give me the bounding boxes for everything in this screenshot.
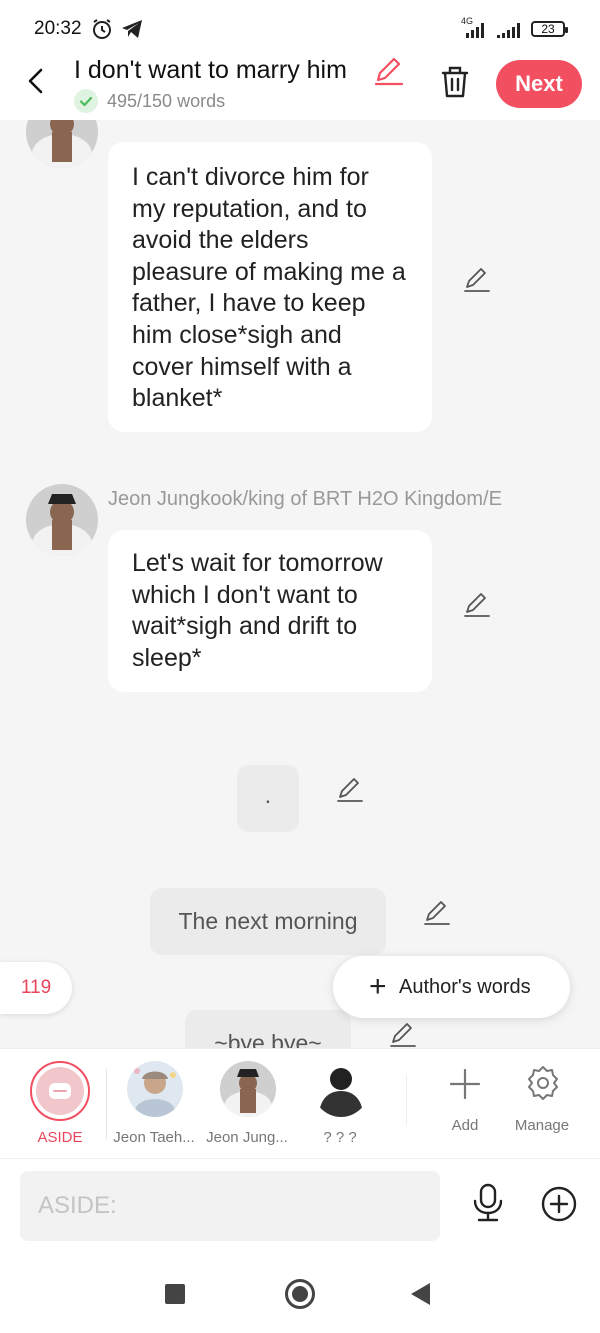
avatar bbox=[220, 1061, 276, 1117]
character-jeon-jungkook[interactable]: Jeon Jung... bbox=[202, 1061, 292, 1153]
pencil-icon[interactable] bbox=[388, 1020, 418, 1048]
alarm-icon bbox=[93, 19, 111, 39]
message-input[interactable] bbox=[20, 1171, 440, 1241]
authors-words-button[interactable]: + Author's words bbox=[333, 956, 570, 1018]
pencil-icon[interactable] bbox=[462, 590, 492, 618]
check-icon bbox=[74, 89, 98, 113]
word-count: 495/150 words bbox=[107, 91, 226, 111]
avatar bbox=[127, 1061, 183, 1117]
header: I don't want to marry him 495/150 words … bbox=[0, 56, 600, 120]
aside-label: ASIDE bbox=[37, 1129, 83, 1146]
divider bbox=[106, 1069, 107, 1139]
home-icon[interactable] bbox=[285, 1279, 315, 1309]
character-unknown[interactable]: ? ? ? bbox=[295, 1061, 385, 1153]
character-name: Jeon Jungkook/king of BRT H2O Kingdom/E bbox=[108, 488, 502, 510]
chat-area[interactable]: I can't divorce him for my reputation, a… bbox=[0, 120, 600, 1048]
back-nav-icon[interactable] bbox=[411, 1283, 430, 1305]
trash-icon[interactable] bbox=[438, 64, 472, 100]
character-label: ? ? ? bbox=[323, 1129, 357, 1146]
message-bubble[interactable]: I can't divorce him for my reputation, a… bbox=[108, 142, 432, 432]
plus-icon: + bbox=[369, 970, 387, 1003]
back-icon[interactable] bbox=[22, 66, 52, 96]
input-row bbox=[0, 1158, 600, 1254]
signal-icon-2 bbox=[497, 23, 520, 38]
partial-character bbox=[406, 1075, 414, 1125]
telegram-icon bbox=[122, 20, 142, 38]
recents-icon[interactable] bbox=[165, 1284, 185, 1304]
battery-icon: 23 bbox=[531, 21, 568, 37]
message-count-badge[interactable]: 119 bbox=[0, 962, 72, 1014]
gear-icon[interactable] bbox=[524, 1064, 562, 1102]
aside-character-button[interactable] bbox=[30, 1061, 90, 1121]
pencil-icon[interactable] bbox=[422, 898, 452, 926]
aside-icon bbox=[36, 1067, 84, 1115]
authors-words-label: Author's words bbox=[399, 976, 531, 998]
story-title[interactable]: I don't want to marry him bbox=[74, 56, 347, 85]
message-bubble[interactable]: Let's wait for tomorrow which I don't wa… bbox=[108, 530, 432, 692]
add-circle-icon[interactable] bbox=[540, 1185, 578, 1223]
microphone-icon[interactable] bbox=[470, 1183, 506, 1223]
character-bar: ASIDE Jeon Taeh... Jeon Jung... ? ? ? Ad… bbox=[0, 1048, 600, 1158]
signal-icon bbox=[466, 23, 484, 38]
status-bar: 20:32 4G 23 bbox=[0, 0, 600, 56]
status-time: 20:32 bbox=[34, 18, 82, 39]
character-label: Jeon Jung... bbox=[206, 1129, 288, 1146]
narration-bubble[interactable]: The next morning bbox=[150, 888, 386, 955]
pencil-icon[interactable] bbox=[335, 775, 365, 803]
system-navigation-bar bbox=[0, 1254, 600, 1333]
avatar-jeon-jungkook[interactable] bbox=[26, 120, 98, 168]
manage-label[interactable]: Manage bbox=[502, 1117, 582, 1134]
pencil-icon[interactable] bbox=[462, 265, 492, 293]
character-jeon-taehyung[interactable]: Jeon Taeh... bbox=[109, 1061, 199, 1153]
plus-icon[interactable] bbox=[448, 1067, 482, 1101]
narration-bubble[interactable]: ~bye bye~ bbox=[185, 1010, 351, 1048]
next-button[interactable]: Next bbox=[496, 60, 582, 108]
pencil-icon[interactable] bbox=[372, 56, 404, 86]
narration-bubble[interactable]: . bbox=[237, 765, 299, 832]
add-character-label[interactable]: Add bbox=[425, 1117, 505, 1134]
character-label: Jeon Taeh... bbox=[113, 1129, 195, 1146]
avatar-jeon-jungkook[interactable] bbox=[26, 484, 98, 556]
avatar bbox=[313, 1061, 369, 1117]
